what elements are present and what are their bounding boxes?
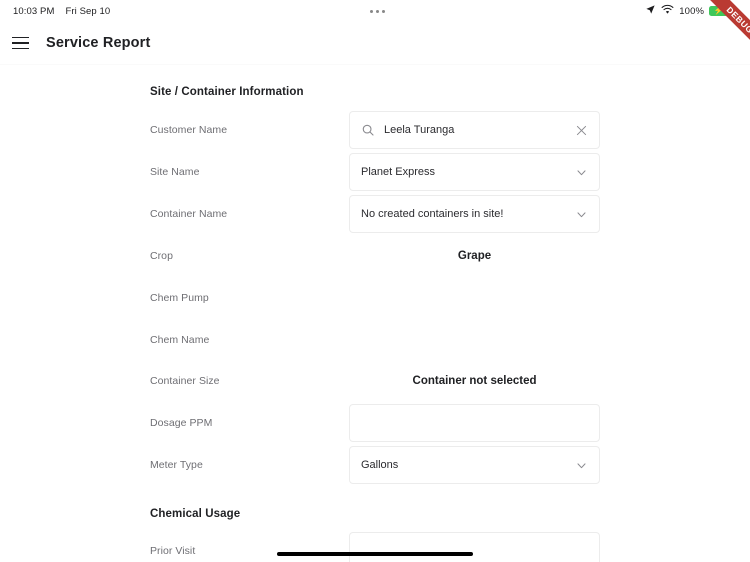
- page-title: Service Report: [46, 35, 151, 51]
- notch-dot-icon: [376, 9, 380, 13]
- prior-visit-input[interactable]: [349, 532, 600, 562]
- field-label-dosage-ppm: Dosage PPM: [150, 417, 213, 429]
- field-label-container-size: Container Size: [150, 375, 220, 387]
- hamburger-line: [11, 42, 29, 44]
- form-content[interactable]: Site / Container Information Customer Na…: [0, 64, 750, 562]
- field-label-crop: Crop: [150, 250, 173, 262]
- field-label-chem-name: Chem Name: [150, 334, 210, 346]
- notch-dot-icon: [370, 9, 374, 13]
- container-size-value: Container not selected: [412, 375, 537, 387]
- notch-dot-icon: [382, 9, 386, 13]
- app-bar: Service Report: [0, 22, 750, 65]
- field-row-meter-type: Meter Type Gallons: [0, 444, 750, 486]
- field-label-meter-type: Meter Type: [150, 459, 203, 471]
- battery-charging-icon: ⚡: [709, 6, 731, 16]
- field-row-site-name: Site Name Planet Express: [0, 151, 750, 193]
- status-bar-left: 10:03 PM Fri Sep 10: [0, 6, 110, 17]
- hamburger-menu-icon[interactable]: [0, 22, 40, 64]
- chevron-down-icon: [575, 208, 588, 221]
- home-indicator: [277, 552, 473, 556]
- field-label-prior-visit: Prior Visit: [150, 545, 196, 557]
- field-row-container-size: Container Size Container not selected: [0, 360, 750, 402]
- battery-percent-label: 100%: [679, 5, 704, 17]
- container-name-value: No created containers in site!: [361, 208, 504, 220]
- field-label-container-name: Container Name: [150, 208, 228, 220]
- field-row-prior-visit: Prior Visit: [0, 530, 750, 562]
- meter-type-value: Gallons: [361, 459, 399, 471]
- field-row-container-name: Container Name No created containers in …: [0, 193, 750, 235]
- field-row-customer-name: Customer Name Leela Turanga: [0, 109, 750, 151]
- site-name-dropdown[interactable]: Planet Express: [349, 153, 600, 191]
- chevron-down-icon: [575, 166, 588, 179]
- chevron-down-icon: [575, 459, 588, 472]
- field-row-crop: Crop Grape: [0, 235, 750, 277]
- status-bar: 10:03 PM Fri Sep 10 100% ⚡: [0, 0, 750, 22]
- notch-indicator: [110, 9, 645, 13]
- section-header-chemical-usage: Chemical Usage: [150, 508, 241, 520]
- container-name-dropdown[interactable]: No created containers in site!: [349, 195, 600, 233]
- section-header-site-container: Site / Container Information: [150, 86, 304, 98]
- site-name-value: Planet Express: [361, 166, 435, 178]
- close-icon[interactable]: [575, 124, 588, 137]
- crop-value: Grape: [457, 250, 492, 262]
- meter-type-dropdown[interactable]: Gallons: [349, 446, 600, 484]
- hamburger-line: [11, 47, 29, 50]
- status-date: Fri Sep 10: [65, 5, 111, 17]
- field-label-site-name: Site Name: [150, 166, 200, 178]
- field-row-chem-name: Chem Name: [0, 319, 750, 361]
- customer-name-search-field[interactable]: Leela Turanga: [349, 111, 600, 149]
- hamburger-line: [11, 36, 29, 39]
- search-icon: [361, 123, 375, 137]
- status-time: 10:03 PM: [13, 5, 55, 17]
- wifi-icon: [661, 4, 674, 18]
- location-arrow-icon: [645, 4, 656, 18]
- status-bar-right: 100% ⚡: [645, 4, 750, 18]
- field-label-chem-pump: Chem Pump: [150, 292, 209, 304]
- customer-name-value: Leela Turanga: [384, 124, 455, 136]
- field-row-dosage-ppm: Dosage PPM: [0, 402, 750, 444]
- dosage-ppm-input[interactable]: [349, 404, 600, 442]
- field-label-customer-name: Customer Name: [150, 124, 228, 136]
- field-row-chem-pump: Chem Pump: [0, 277, 750, 319]
